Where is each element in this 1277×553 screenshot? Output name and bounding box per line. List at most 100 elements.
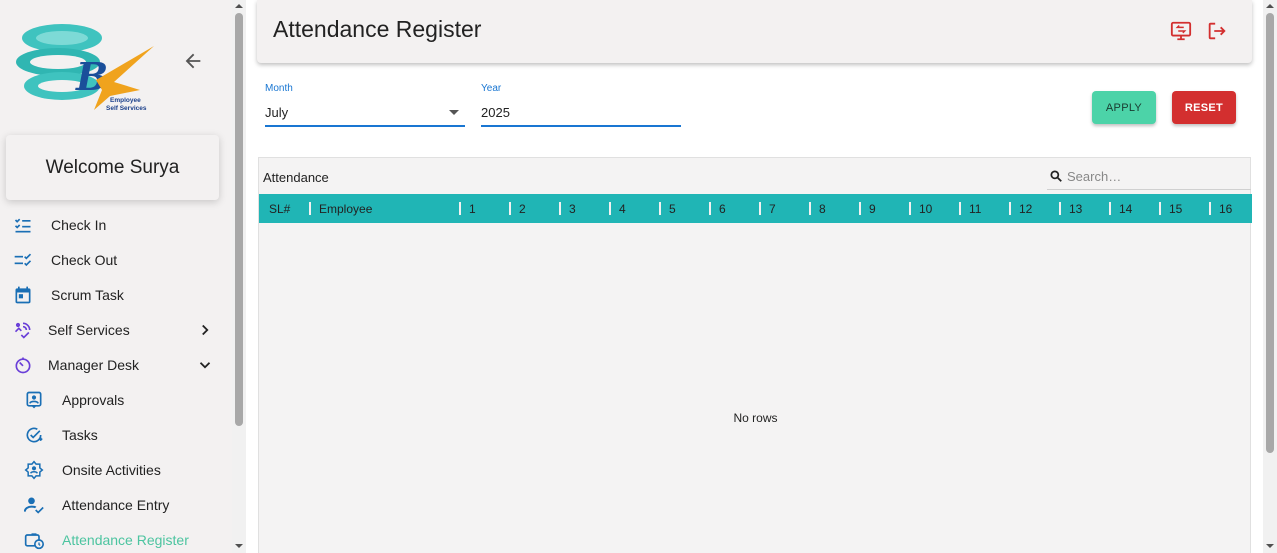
grid-search[interactable] bbox=[1047, 162, 1251, 190]
column-header-day-7[interactable]: 7 bbox=[769, 194, 776, 223]
attendance-grid: Attendance SL# Employee 1 2 3 4 5 6 7 8 … bbox=[258, 157, 1252, 553]
arrow-left-icon bbox=[185, 53, 201, 69]
column-header-day-9[interactable]: 9 bbox=[869, 194, 876, 223]
checklist-done-icon bbox=[13, 250, 33, 270]
apply-button[interactable]: APPLY bbox=[1092, 91, 1156, 124]
company-logo: B Employee Self Services bbox=[14, 10, 158, 114]
sidebar-item-attendance-register[interactable]: Attendance Register bbox=[0, 524, 232, 553]
sidebar-item-label: Self Services bbox=[48, 322, 130, 338]
column-header-day-4[interactable]: 4 bbox=[619, 194, 626, 223]
sidebar-item-self-services[interactable]: Self Services bbox=[0, 314, 232, 346]
logo-line2: Self Services bbox=[106, 105, 147, 112]
month-label: Month bbox=[265, 83, 293, 94]
column-separator[interactable] bbox=[1159, 202, 1161, 215]
welcome-card: Welcome Surya bbox=[6, 135, 219, 200]
column-separator[interactable] bbox=[709, 202, 711, 215]
column-header-day-1[interactable]: 1 bbox=[469, 194, 476, 223]
sidebar-item-label: Scrum Task bbox=[51, 287, 124, 303]
column-header-day-2[interactable]: 2 bbox=[519, 194, 526, 223]
approval-badge-icon bbox=[24, 390, 44, 410]
sidebar-item-label: Manager Desk bbox=[48, 357, 140, 373]
page-scroll-down-arrow-icon[interactable] bbox=[1266, 542, 1274, 550]
column-separator[interactable] bbox=[1009, 202, 1011, 215]
column-separator[interactable] bbox=[1109, 202, 1111, 215]
column-separator[interactable] bbox=[509, 202, 511, 215]
column-header-day-10[interactable]: 10 bbox=[919, 194, 932, 223]
column-header-day-16[interactable]: 16 bbox=[1219, 194, 1232, 223]
column-separator[interactable] bbox=[459, 202, 461, 215]
scroll-down-arrow-icon[interactable] bbox=[235, 542, 243, 550]
collapse-sidebar-button[interactable] bbox=[182, 50, 204, 72]
checklist-icon bbox=[13, 215, 33, 235]
column-header-day-12[interactable]: 12 bbox=[1019, 194, 1032, 223]
sidebar-item-label: Attendance Register bbox=[62, 532, 189, 548]
column-separator[interactable] bbox=[859, 202, 861, 215]
column-header-day-5[interactable]: 5 bbox=[669, 194, 676, 223]
page-header: Attendance Register bbox=[257, 0, 1252, 63]
sidebar-item-approvals[interactable]: Approvals bbox=[0, 384, 232, 416]
column-separator[interactable] bbox=[559, 202, 561, 215]
self-service-icon bbox=[13, 320, 33, 340]
column-separator[interactable] bbox=[609, 202, 611, 215]
column-separator[interactable] bbox=[809, 202, 811, 215]
switch-account-button[interactable] bbox=[1170, 20, 1192, 42]
calendar-icon bbox=[13, 285, 33, 305]
column-header-day-11[interactable]: 11 bbox=[969, 194, 981, 223]
switch-screen-icon bbox=[1170, 21, 1192, 41]
sidebar-item-label: Approvals bbox=[62, 392, 125, 408]
column-header-day-15[interactable]: 15 bbox=[1169, 194, 1182, 223]
chevron-down-icon bbox=[199, 362, 211, 369]
column-separator[interactable] bbox=[659, 202, 661, 215]
column-separator[interactable] bbox=[759, 202, 761, 215]
column-separator[interactable] bbox=[959, 202, 961, 215]
logo-line1: Employee bbox=[110, 97, 141, 104]
column-header-day-8[interactable]: 8 bbox=[819, 194, 826, 223]
column-separator[interactable] bbox=[309, 202, 311, 215]
grid-title: Attendance bbox=[263, 170, 329, 185]
sidebar-item-tasks[interactable]: Tasks bbox=[0, 419, 232, 451]
sidebar-item-label: Attendance Entry bbox=[62, 497, 170, 513]
timer-icon bbox=[13, 355, 33, 375]
task-check-icon bbox=[24, 425, 44, 445]
column-header-day-3[interactable]: 3 bbox=[569, 194, 576, 223]
chevron-right-icon bbox=[202, 324, 209, 336]
month-select[interactable]: July bbox=[265, 99, 465, 127]
caret-down-icon bbox=[449, 110, 459, 115]
column-header-sl[interactable]: SL# bbox=[269, 194, 290, 223]
sidebar-item-manager-desk[interactable]: Manager Desk bbox=[0, 349, 232, 381]
column-header-day-14[interactable]: 14 bbox=[1119, 194, 1132, 223]
scroll-up-arrow-icon[interactable] bbox=[235, 2, 243, 10]
page-scrollbar-thumb[interactable] bbox=[1266, 13, 1274, 453]
person-check-icon bbox=[24, 495, 44, 515]
column-header-employee[interactable]: Employee bbox=[319, 194, 372, 223]
sidebar-item-check-out[interactable]: Check Out bbox=[0, 244, 232, 276]
sidebar-scrollbar-thumb[interactable] bbox=[235, 13, 243, 426]
column-header-day-6[interactable]: 6 bbox=[719, 194, 726, 223]
logout-button[interactable] bbox=[1206, 20, 1228, 42]
page-scroll-up-arrow-icon[interactable] bbox=[1266, 2, 1274, 10]
sidebar-item-check-in[interactable]: Check In bbox=[0, 209, 232, 241]
page-title: Attendance Register bbox=[273, 16, 482, 42]
onsite-icon bbox=[24, 460, 44, 480]
sidebar-item-label: Check In bbox=[51, 217, 107, 233]
sidebar-item-label: Check Out bbox=[51, 252, 118, 268]
month-value: July bbox=[265, 104, 289, 120]
reset-button[interactable]: RESET bbox=[1172, 91, 1236, 124]
sidebar-item-label: Onsite Activities bbox=[62, 462, 161, 478]
search-icon bbox=[1050, 170, 1062, 182]
sidebar-item-scrum-task[interactable]: Scrum Task bbox=[0, 279, 232, 311]
sidebar-item-onsite-activities[interactable]: Onsite Activities bbox=[0, 454, 232, 486]
column-separator[interactable] bbox=[1209, 202, 1211, 215]
welcome-text: Welcome Surya bbox=[45, 156, 180, 178]
column-header-day-13[interactable]: 13 bbox=[1069, 194, 1082, 223]
empty-state-text: No rows bbox=[733, 411, 778, 425]
search-input[interactable] bbox=[1067, 166, 1247, 186]
briefcase-clock-icon bbox=[24, 530, 44, 550]
sidebar-item-label: Tasks bbox=[62, 427, 98, 443]
year-value: 2025 bbox=[481, 104, 510, 120]
grid-header-row: SL# Employee 1 2 3 4 5 6 7 8 9 10 11 12 … bbox=[259, 194, 1252, 223]
year-input[interactable]: 2025 bbox=[481, 99, 681, 127]
column-separator[interactable] bbox=[909, 202, 911, 215]
column-separator[interactable] bbox=[1059, 202, 1061, 215]
sidebar-item-attendance-entry[interactable]: Attendance Entry bbox=[0, 489, 232, 521]
